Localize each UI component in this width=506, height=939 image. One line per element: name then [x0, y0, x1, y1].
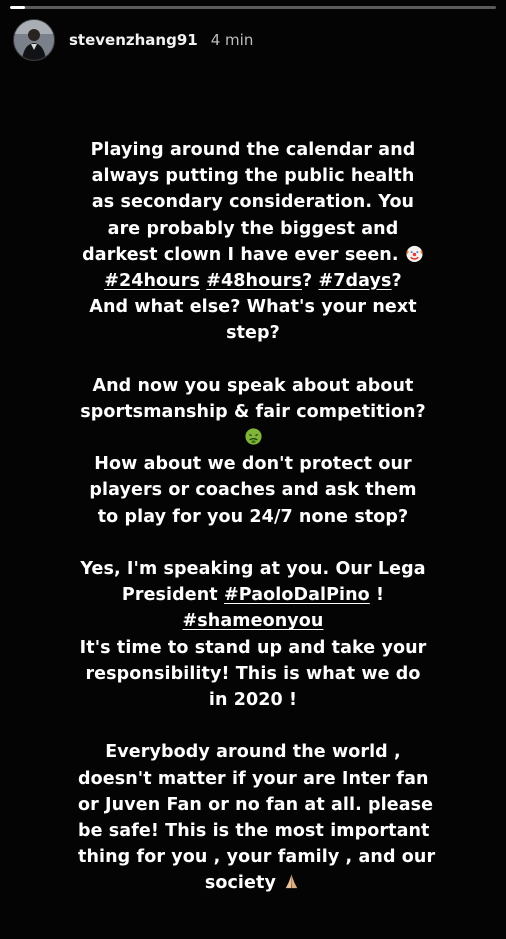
nauseated-face-emoji-icon	[244, 427, 263, 454]
timestamp: 4 min	[210, 31, 254, 49]
text-line: How about we don't protect our	[94, 454, 412, 475]
text-line: always putting the public health	[91, 166, 415, 187]
text-line: sportsmanship & fair competition?	[80, 401, 426, 422]
hashtag-24hours-link[interactable]: #24hours	[104, 271, 200, 291]
story-progress-bar	[10, 6, 496, 9]
text-line: to play for you 24/7 none stop?	[97, 506, 409, 527]
hashtag-7days-link[interactable]: #7days	[318, 271, 391, 291]
text-line: darkest clown I have ever seen.	[78, 242, 428, 268]
text-line: step?	[226, 323, 280, 344]
text-line: doesn't matter if your are Inter fan	[78, 768, 429, 789]
person-silhouette-icon	[14, 20, 54, 60]
text-line: Playing around the calendar and	[90, 140, 416, 160]
clown-face-emoji-icon	[405, 244, 424, 271]
text-segment: !	[376, 585, 385, 606]
text-segment: ?	[391, 270, 402, 291]
text-line: are probably the biggest and	[107, 218, 399, 239]
text-line	[78, 425, 428, 451]
text-line: And now you speak about about	[92, 375, 414, 396]
text-segment: darkest clown I have ever seen.	[82, 244, 399, 265]
text-line: in 2020 !	[208, 689, 298, 710]
text-line: Yes, I'm speaking at you. Our Lega	[80, 559, 426, 579]
text-line: or Juven Fan or no fan at all. please	[78, 794, 434, 815]
avatar[interactable]	[13, 19, 55, 61]
text-line: players or coaches and ask them	[89, 480, 417, 501]
text-line: And what else? What's your next	[89, 297, 417, 318]
folded-hands-emoji-icon	[282, 872, 301, 899]
hashtag-shameonyou-link[interactable]: #shameonyou	[183, 611, 324, 631]
text-line: thing for you , your family , and our	[78, 847, 436, 868]
text-segment: society	[204, 873, 276, 894]
username[interactable]: stevenzhang91	[69, 31, 198, 49]
hashtag-48hours-link[interactable]: #48hours	[206, 271, 302, 291]
story-progress-fill	[10, 6, 25, 9]
text-line: Everybody around the world ,	[105, 742, 401, 763]
text-line: It's time to stand up and take your	[79, 637, 427, 658]
story-text-block: Playing around the calendar and always p…	[78, 137, 436, 896]
text-line: #shameonyou	[78, 608, 428, 634]
text-line: be safe! This is the most important	[78, 820, 430, 841]
text-line: society	[78, 870, 428, 896]
hashtag-paolodalpino-link[interactable]: #PaoloDalPino	[224, 585, 370, 605]
text-segment: ?	[302, 270, 313, 291]
text-line: President #PaoloDalPino !	[78, 582, 428, 608]
story-header: stevenzhang91 4 min	[13, 18, 253, 62]
text-segment: President	[121, 585, 218, 606]
text-line: as secondary consideration. You	[91, 192, 415, 213]
text-line-hashtags: #24hours #48hours? #7days?	[78, 268, 428, 294]
text-line: responsibility! This is what we do	[85, 663, 421, 684]
